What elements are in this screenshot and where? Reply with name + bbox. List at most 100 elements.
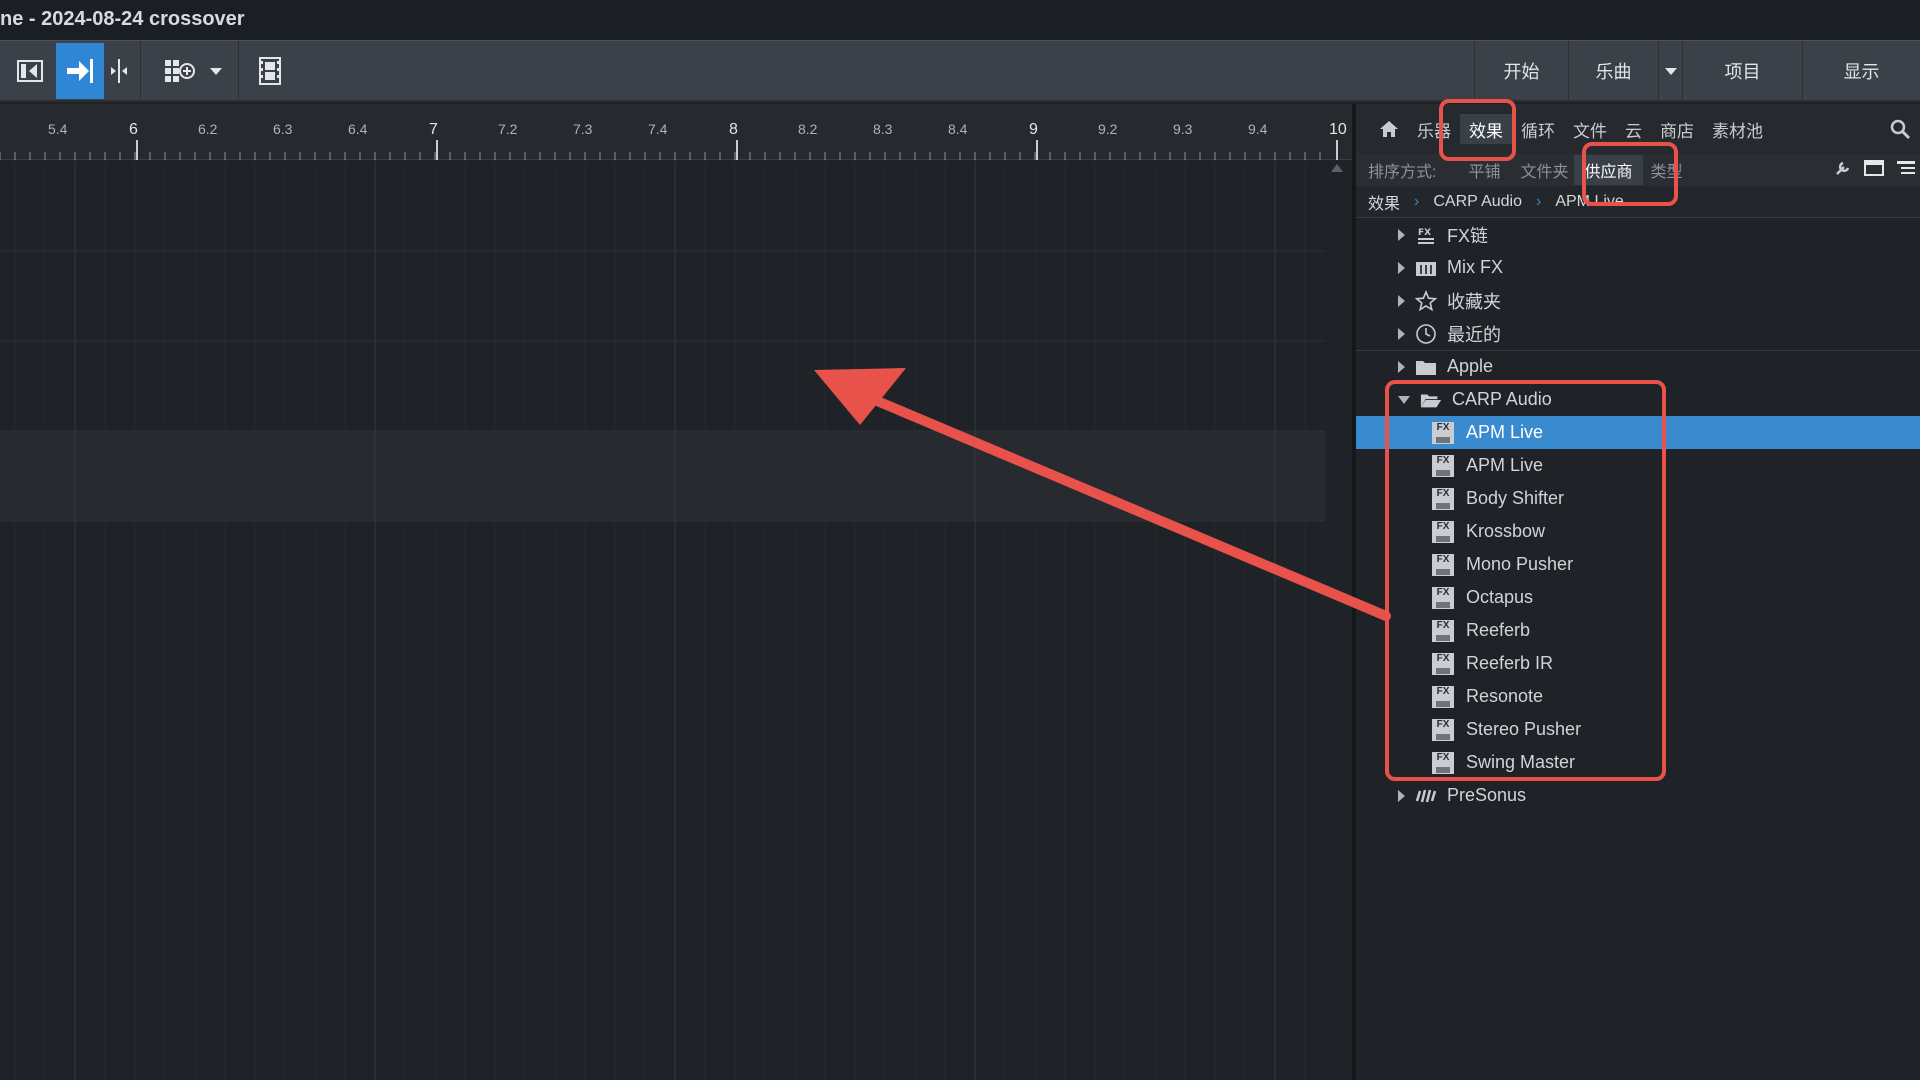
home-button[interactable] bbox=[1370, 114, 1408, 144]
window-title: ne - 2024-08-24 crossover bbox=[0, 8, 245, 30]
arrangement-grid[interactable] bbox=[0, 161, 1325, 1080]
tree-item-presonus[interactable]: PreSonus bbox=[1356, 779, 1920, 812]
video-button[interactable] bbox=[250, 43, 290, 99]
chevron-right-icon: › bbox=[1414, 192, 1420, 210]
song-dropdown-button[interactable] bbox=[1658, 41, 1682, 101]
selected-track-lane bbox=[0, 431, 1325, 521]
arrow-right-button[interactable] bbox=[56, 43, 104, 99]
ruler-label: 7.3 bbox=[573, 121, 593, 137]
ruler-label: 10 bbox=[1329, 121, 1347, 138]
film-icon bbox=[259, 57, 281, 85]
tree-item-label: 收藏夹 bbox=[1447, 291, 1501, 312]
tab-files[interactable]: 文件 bbox=[1564, 114, 1616, 144]
grid-dropdown-button[interactable] bbox=[204, 43, 228, 99]
grid-add-icon bbox=[165, 60, 195, 82]
ruler-label: 9 bbox=[1029, 121, 1038, 138]
toolbar-separator bbox=[140, 41, 141, 101]
breadcrumb-effects[interactable]: 效果 bbox=[1368, 190, 1400, 214]
ruler-label: 8.3 bbox=[873, 121, 893, 137]
mix-fx-icon bbox=[1415, 258, 1437, 278]
arrow-right-icon bbox=[67, 59, 93, 83]
ruler-ticks: 5.4 6 6.2 6.3 6.4 7 7.2 7.3 7.4 8 8.2 8.3 8.4 9 9.2 9.3… bbox=[0, 121, 1347, 160]
ruler-label: 5.4 bbox=[48, 121, 68, 137]
song-label: 乐曲 bbox=[1595, 62, 1632, 82]
chevron-right-icon: › bbox=[1536, 192, 1542, 210]
arrangement-view[interactable]: 5.4 6 6.2 6.3 6.4 7 7.2 7.3 7.4 8 8.2 8.3 8.4 9 9.2 9.3… bbox=[0, 104, 1352, 1080]
expand-arrow-icon[interactable] bbox=[1398, 261, 1405, 274]
vertical-scrollbar[interactable] bbox=[1325, 161, 1352, 1080]
search-icon bbox=[1890, 119, 1911, 140]
presonus-icon bbox=[1415, 786, 1437, 806]
tree-item-favorites[interactable]: 收藏夹 bbox=[1356, 284, 1920, 317]
song-button[interactable]: 乐曲 bbox=[1568, 41, 1658, 101]
ruler-label: 6.3 bbox=[273, 121, 293, 137]
wrench-button[interactable] bbox=[1834, 159, 1852, 182]
grid-lines bbox=[0, 161, 1325, 1080]
expand-arrow-icon[interactable] bbox=[1398, 228, 1405, 241]
toolbar-separator bbox=[238, 41, 239, 101]
annotation-box-vendor-sort bbox=[1582, 142, 1678, 206]
window-icon bbox=[1864, 159, 1884, 176]
ruler-label: 9.2 bbox=[1098, 121, 1118, 137]
split-button[interactable] bbox=[106, 43, 132, 99]
wrench-icon bbox=[1836, 161, 1850, 175]
tab-cloud[interactable]: 云 bbox=[1616, 114, 1651, 144]
timeline-ruler[interactable]: 5.4 6 6.2 6.3 6.4 7 7.2 7.3 7.4 8 8.2 8.3 8.4 9 9.2 9.3… bbox=[0, 104, 1352, 160]
annotation-box-carp-plugins bbox=[1385, 380, 1666, 781]
expand-arrow-icon[interactable] bbox=[1398, 789, 1405, 802]
show-label: 显示 bbox=[1843, 62, 1880, 82]
ruler-label: 7.4 bbox=[648, 121, 668, 137]
tree-item-apple[interactable]: Apple bbox=[1356, 350, 1920, 383]
grid-add-button[interactable] bbox=[158, 43, 202, 99]
breadcrumb-carp-audio[interactable]: CARP Audio bbox=[1433, 193, 1522, 211]
ruler-label: 6 bbox=[129, 121, 138, 138]
tree-item-fx-chain[interactable]: FX FX链 bbox=[1356, 218, 1920, 251]
dropdown-icon bbox=[210, 68, 222, 75]
tab-loops[interactable]: 循环 bbox=[1512, 114, 1564, 144]
snap-to-start-button[interactable] bbox=[8, 43, 52, 99]
tree-item-recent[interactable]: 最近的 bbox=[1356, 317, 1920, 350]
expand-arrow-icon[interactable] bbox=[1398, 327, 1405, 340]
snap-to-start-icon bbox=[17, 60, 43, 82]
tab-pool[interactable]: 素材池 bbox=[1703, 114, 1772, 144]
ruler-label: 9.4 bbox=[1248, 121, 1268, 137]
dropdown-icon bbox=[1664, 68, 1677, 75]
star-icon bbox=[1415, 289, 1437, 311]
ruler-label: 6.4 bbox=[348, 121, 368, 137]
expand-arrow-icon[interactable] bbox=[1398, 360, 1405, 373]
ruler-label: 8.4 bbox=[948, 121, 968, 137]
fx-chain-icon: FX bbox=[1415, 225, 1437, 245]
sort-label: 排序方式: bbox=[1368, 164, 1437, 181]
tree-item-label: Mix FX bbox=[1447, 257, 1503, 277]
list-icon bbox=[1897, 160, 1915, 174]
tree-item-label: FX链 bbox=[1447, 225, 1489, 246]
ruler-label: 7 bbox=[429, 121, 438, 138]
start-label: 开始 bbox=[1503, 62, 1540, 82]
tree-item-mix-fx[interactable]: Mix FX bbox=[1356, 251, 1920, 284]
project-button[interactable]: 项目 bbox=[1682, 41, 1802, 101]
folder-icon bbox=[1415, 357, 1437, 377]
ruler-label: 7.2 bbox=[498, 121, 518, 137]
show-button[interactable]: 显示 bbox=[1802, 41, 1920, 101]
ruler-label: 6.2 bbox=[198, 121, 218, 137]
sort-flat[interactable]: 平铺 bbox=[1468, 158, 1500, 182]
clock-icon bbox=[1415, 323, 1437, 344]
start-button[interactable]: 开始 bbox=[1474, 41, 1568, 101]
tab-shop[interactable]: 商店 bbox=[1651, 114, 1703, 144]
sort-folder[interactable]: 文件夹 bbox=[1520, 158, 1568, 182]
main-toolbar: 开始 乐曲 项目 显示 bbox=[0, 40, 1920, 102]
expand-arrow-icon[interactable] bbox=[1398, 294, 1405, 307]
tree-item-label: Apple bbox=[1447, 356, 1494, 376]
ruler-label: 8 bbox=[729, 121, 738, 138]
tree-item-label: PreSonus bbox=[1447, 785, 1527, 805]
svg-text:FX: FX bbox=[1418, 228, 1431, 238]
split-icon bbox=[111, 59, 127, 83]
home-icon bbox=[1380, 121, 1398, 137]
list-view-button[interactable] bbox=[1896, 160, 1916, 181]
annotation-box-effects-tab bbox=[1439, 99, 1516, 161]
single-pane-button[interactable] bbox=[1864, 159, 1884, 181]
search-button[interactable] bbox=[1880, 114, 1920, 144]
scroll-up-arrow-icon[interactable] bbox=[1331, 164, 1343, 172]
ruler-label: 9.3 bbox=[1173, 121, 1193, 137]
title-bar: ne - 2024-08-24 crossover bbox=[0, 0, 1920, 40]
